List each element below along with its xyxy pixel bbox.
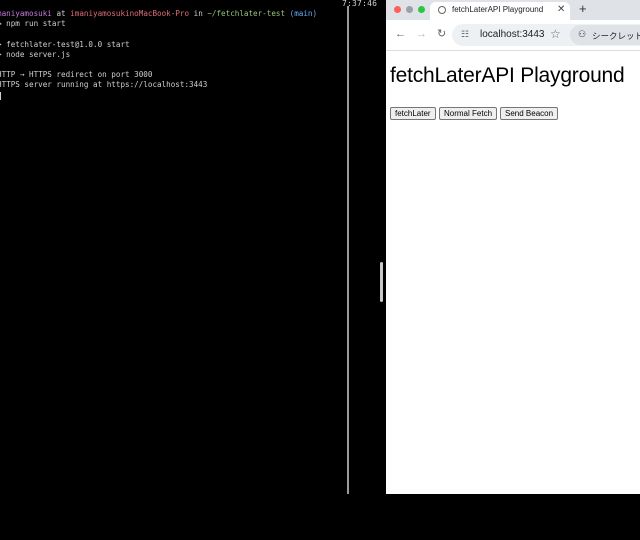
fetchlater-button[interactable]: fetchLater xyxy=(390,107,436,120)
terminal-prompt-line: maniyamosuki at imaniyamosukinoMacBook-P… xyxy=(0,9,317,19)
prompt-branch: (main) xyxy=(285,9,318,18)
address-bar[interactable]: ☷ localhost:3443 ☆ ⚇ シークレット xyxy=(452,24,640,46)
prompt-at: at xyxy=(51,9,71,18)
globe-icon xyxy=(438,6,446,14)
page-content: fetchLaterAPI Playground fetchLater Norm… xyxy=(386,51,640,494)
page-title: fetchLaterAPI Playground xyxy=(390,64,625,87)
pane-divider[interactable] xyxy=(347,6,349,494)
incognito-indicator[interactable]: ⚇ シークレット xyxy=(570,25,640,45)
terminal-line: > fetchlater-test@1.0.0 start xyxy=(0,40,130,49)
send-beacon-button[interactable]: Send Beacon xyxy=(500,107,559,120)
tab-strip: fetchLaterAPI Playground ✕ + xyxy=(386,0,640,20)
forward-arrow-icon[interactable]: → xyxy=(416,27,427,41)
terminal-line: HTTPS server running at https://localhos… xyxy=(0,80,208,89)
incognito-label: シークレット xyxy=(592,31,640,41)
terminal-line: > node server.js xyxy=(0,50,71,59)
window-minimize-button[interactable] xyxy=(406,6,413,13)
terminal-scrollbar-handle[interactable] xyxy=(380,262,383,302)
prompt-host: imaniyamosukinoMacBook-Pro xyxy=(70,9,190,18)
normal-fetch-button[interactable]: Normal Fetch xyxy=(439,107,498,120)
browser-window: fetchLaterAPI Playground ✕ + ← → ↻ ☷ loc… xyxy=(386,0,640,494)
prompt-path: ~/fetchlater-test xyxy=(207,9,286,18)
window-maximize-button[interactable] xyxy=(418,6,425,13)
prompt-user: maniyamosuki xyxy=(0,9,52,18)
tab-title: fetchLaterAPI Playground xyxy=(452,5,544,14)
tab-close-icon[interactable]: ✕ xyxy=(557,4,565,16)
bookmark-star-icon[interactable]: ☆ xyxy=(550,27,561,41)
terminal-window[interactable]: 7:37:46 maniyamosuki at imaniyamosukinoM… xyxy=(0,0,386,540)
terminal-line: → npm run start xyxy=(0,19,66,28)
incognito-icon: ⚇ xyxy=(578,29,587,39)
back-arrow-icon[interactable]: ← xyxy=(395,27,406,41)
prompt-in: in xyxy=(189,9,208,18)
browser-toolbar: ← → ↻ ☷ localhost:3443 ☆ ⚇ シークレット xyxy=(386,20,640,51)
reload-icon[interactable]: ↻ xyxy=(437,27,446,41)
site-info-icon[interactable]: ☷ xyxy=(461,29,469,40)
url-text[interactable]: localhost:3443 xyxy=(480,29,545,40)
window-close-button[interactable] xyxy=(394,6,401,13)
new-tab-button[interactable]: + xyxy=(579,1,587,17)
terminal-cursor xyxy=(0,92,1,100)
terminal-line: HTTP → HTTPS redirect on port 3000 xyxy=(0,70,153,79)
tab-fetchlater-playground[interactable]: fetchLaterAPI Playground ✕ xyxy=(430,2,570,20)
